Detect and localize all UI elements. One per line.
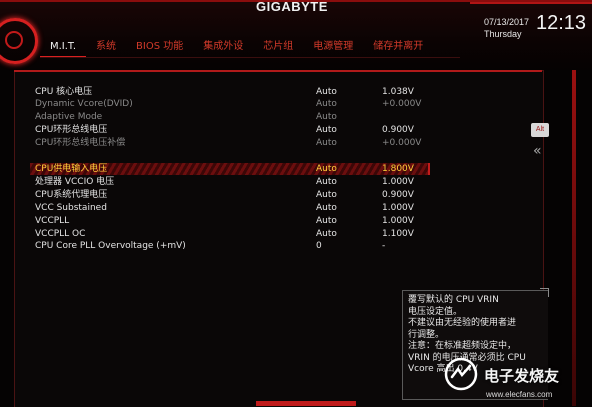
setting-mode[interactable]: Auto xyxy=(316,176,337,188)
setting-label: Adaptive Mode xyxy=(35,112,103,122)
setting-value: 1.000V xyxy=(382,203,414,213)
help-line: 注意：在标准超频设定中， xyxy=(408,341,517,351)
tab-chipset[interactable]: 芯片组 xyxy=(253,40,303,58)
help-line: 行调整。 xyxy=(408,329,445,340)
setting-value: 0.900V xyxy=(382,190,414,200)
setting-mode[interactable]: Auto xyxy=(316,86,337,98)
setting-value: +0.000V xyxy=(382,138,422,148)
setting-mode[interactable]: Auto xyxy=(316,137,337,149)
panel-top-border xyxy=(14,70,542,72)
setting-label: CPU系统代理电压 xyxy=(35,190,108,200)
setting-value: +0.000V xyxy=(382,99,422,109)
setting-value: 0.900V xyxy=(382,125,414,135)
watermark-logo-icon xyxy=(444,357,478,391)
setting-label: 处理器 VCCIO 电压 xyxy=(35,177,115,187)
setting-label: CPU环形总线电压 xyxy=(35,125,108,135)
setting-label: VCCPLL xyxy=(35,216,70,226)
setting-mode[interactable]: Auto xyxy=(316,98,337,110)
setting-value: 1.000V xyxy=(382,177,414,187)
setting-mode[interactable]: 0 xyxy=(316,240,322,252)
setting-label: VCCPLL OC xyxy=(35,229,86,239)
weekday-text: Thursday xyxy=(484,29,522,39)
right-frame xyxy=(572,70,576,406)
help-line: 不建议由无经验的使用者进 xyxy=(408,318,517,328)
tab-bios-features[interactable]: BIOS 功能 xyxy=(126,40,193,58)
help-line: 电压设定值。 xyxy=(408,306,463,317)
help-box-corner xyxy=(540,288,549,297)
setting-value: 1.038V xyxy=(382,87,414,97)
setting-label: VCC Substained xyxy=(35,203,107,213)
setting-mode[interactable]: Auto xyxy=(316,215,337,227)
tab-mit[interactable]: M.I.T. xyxy=(40,40,87,58)
watermark-text: 电子发烧友 xyxy=(484,367,560,385)
setting-mode[interactable]: Auto xyxy=(316,124,337,136)
clock: 12:13 xyxy=(536,12,587,34)
date-text: 07/13/2017 xyxy=(484,17,530,27)
setting-mode[interactable]: Auto xyxy=(316,163,337,175)
setting-mode[interactable]: Auto xyxy=(316,189,337,201)
setting-label: CPU Core PLL Overvoltage (+mV) xyxy=(35,241,186,251)
date-display: 07/13/2017 Thursday xyxy=(484,16,529,40)
setting-mode[interactable]: Auto xyxy=(316,202,337,214)
setting-label: CPU环形总线电压补偿 xyxy=(35,138,126,148)
watermark-url: www.elecfans.com xyxy=(486,390,553,399)
tab-peripherals[interactable]: 集成外设 xyxy=(193,40,253,58)
setting-value: 1.000V xyxy=(382,216,414,226)
setting-mode[interactable]: Auto xyxy=(316,228,337,240)
bottom-accent xyxy=(256,401,356,406)
setting-value: 1.800V xyxy=(382,164,414,174)
setting-value: 1.100V xyxy=(382,229,414,239)
setting-label: Dynamic Vcore(DVID) xyxy=(35,99,133,109)
tab-system[interactable]: 系统 xyxy=(86,40,126,58)
help-line: 覆写默认的 CPU VRIN xyxy=(408,295,499,305)
alt-button[interactable]: Alt xyxy=(531,123,549,137)
collapse-panel-icon[interactable]: « xyxy=(533,144,542,158)
brand-logo: GIGABYTE xyxy=(256,0,328,14)
main-tabs: M.I.T. 系统 BIOS 功能 集成外设 芯片组 电源管理 储存并离开 xyxy=(40,40,433,58)
setting-value: - xyxy=(382,241,386,251)
setting-label: CPU 核心电压 xyxy=(35,87,93,97)
tab-save-exit[interactable]: 储存并离开 xyxy=(363,40,433,58)
setting-label: CPU供电输入电压 xyxy=(35,164,108,174)
tab-divider xyxy=(40,57,460,58)
tab-power[interactable]: 电源管理 xyxy=(303,40,363,58)
setting-mode[interactable]: Auto xyxy=(316,111,337,123)
